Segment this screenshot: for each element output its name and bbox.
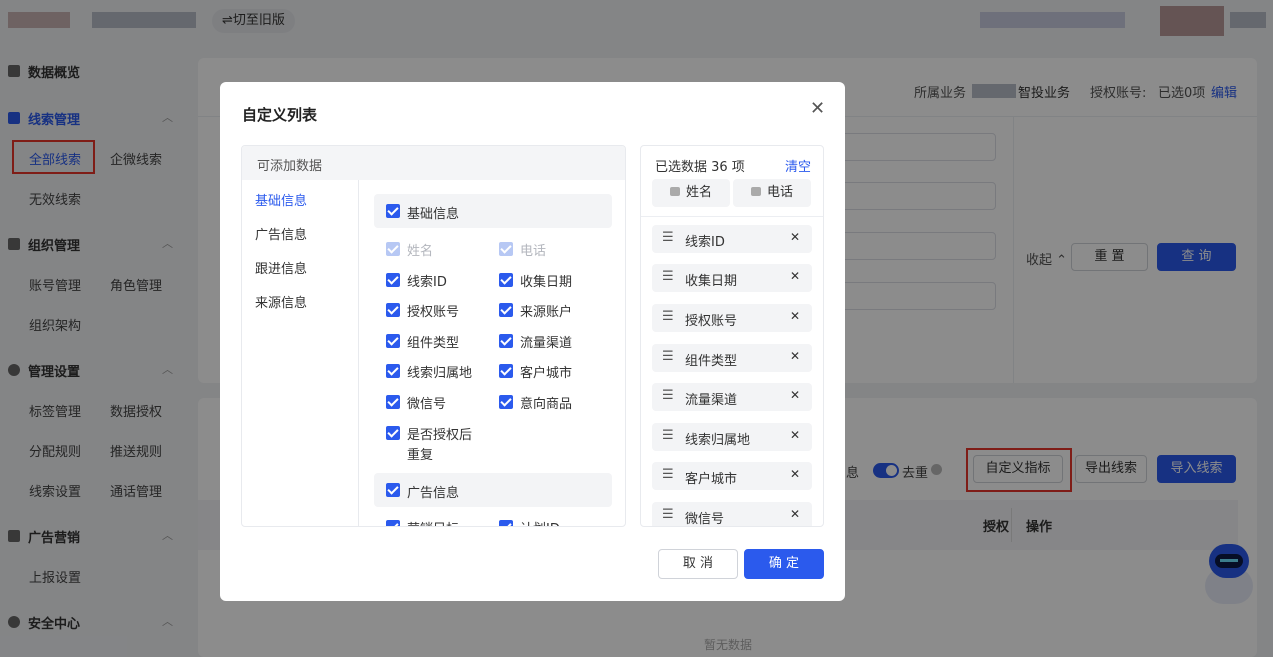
checkbox[interactable] xyxy=(499,520,513,526)
remove-icon[interactable]: ✕ xyxy=(790,507,800,521)
selected-data-pane: 已选数据 36 项 清空 姓名 电话 ☰ 线索ID ✕ ☰ 收集日期 ✕ ☰ 授权账号 ✕ … xyxy=(640,145,824,527)
selected-item-label: 流量渠道 xyxy=(685,393,738,408)
drag-handle-icon[interactable]: ☰ xyxy=(662,349,674,364)
selected-item-label: 组件类型 xyxy=(685,354,738,369)
checkbox[interactable] xyxy=(386,204,400,218)
field-is-auth-repeat-line2: 重复 xyxy=(407,448,434,463)
locked-label: 电话 xyxy=(766,185,793,200)
field-traffic-channel[interactable]: 流量渠道 xyxy=(520,332,572,351)
checkbox[interactable] xyxy=(499,273,513,287)
divider xyxy=(641,216,823,217)
field-customer-city[interactable]: 客户城市 xyxy=(520,362,572,381)
checkbox[interactable] xyxy=(499,334,513,348)
remove-icon[interactable]: ✕ xyxy=(790,349,800,363)
remove-icon[interactable]: ✕ xyxy=(790,309,800,323)
checkbox[interactable] xyxy=(499,364,513,378)
field-plan-id[interactable]: 计划ID xyxy=(520,518,560,526)
field-collect-date[interactable]: 收集日期 xyxy=(520,271,572,290)
selected-item[interactable]: ☰ 线索归属地 ✕ xyxy=(652,423,812,451)
category-basic[interactable]: 基础信息 xyxy=(255,190,307,209)
checkbox xyxy=(499,242,513,256)
selected-item-label: 线索归属地 xyxy=(685,433,751,448)
remove-icon[interactable]: ✕ xyxy=(790,388,800,402)
field-wechat[interactable]: 微信号 xyxy=(407,393,446,412)
drag-handle-icon[interactable]: ☰ xyxy=(662,388,674,403)
category-ad[interactable]: 广告信息 xyxy=(255,224,307,243)
drag-handle-icon[interactable]: ☰ xyxy=(662,467,674,482)
lock-icon xyxy=(750,187,761,196)
drag-handle-icon[interactable]: ☰ xyxy=(662,309,674,324)
checkbox[interactable] xyxy=(386,303,400,317)
clear-link[interactable]: 清空 xyxy=(785,156,811,175)
selected-item-label: 授权账号 xyxy=(685,314,738,329)
selected-item-label: 收集日期 xyxy=(685,274,738,289)
group-label: 基础信息 xyxy=(407,207,460,222)
field-is-auth-repeat[interactable]: 是否授权后 xyxy=(407,424,472,443)
selected-item[interactable]: ☰ 线索ID ✕ xyxy=(652,225,812,253)
field-clue-id[interactable]: 线索ID xyxy=(407,271,447,290)
checkbox[interactable] xyxy=(386,483,400,497)
checkbox[interactable] xyxy=(386,273,400,287)
group-ad-header[interactable]: 广告信息 xyxy=(374,473,612,507)
checkbox[interactable] xyxy=(499,395,513,409)
selected-item[interactable]: ☰ 组件类型 ✕ xyxy=(652,344,812,372)
selected-item-label: 微信号 xyxy=(685,512,725,527)
category-list: 基础信息 广告信息 跟进信息 来源信息 xyxy=(242,180,359,526)
field-clue-location[interactable]: 线索归属地 xyxy=(407,362,472,381)
selected-item-label: 线索ID xyxy=(685,235,725,250)
selected-item[interactable]: ☰ 授权账号 ✕ xyxy=(652,304,812,332)
remove-icon[interactable]: ✕ xyxy=(790,467,800,481)
lock-icon xyxy=(669,187,680,196)
remove-icon[interactable]: ✕ xyxy=(790,230,800,244)
selected-item[interactable]: ☰ 流量渠道 ✕ xyxy=(652,383,812,411)
selected-item[interactable]: ☰ 收集日期 ✕ xyxy=(652,264,812,292)
confirm-button[interactable]: 确 定 xyxy=(744,549,824,579)
locked-label: 姓名 xyxy=(685,185,712,200)
dialog-title: 自定义列表 xyxy=(242,106,318,124)
group-label: 广告信息 xyxy=(407,486,460,501)
locked-field-name: 姓名 xyxy=(652,179,730,207)
available-data-header: 可添加数据 xyxy=(242,146,625,180)
field-marketing-goal[interactable]: 营销目标 xyxy=(407,518,459,526)
selected-item[interactable]: ☰ 客户城市 ✕ xyxy=(652,462,812,490)
available-data-pane: 可添加数据 基础信息 广告信息 跟进信息 来源信息 基础信息 姓名 电话 线索I… xyxy=(241,145,626,527)
field-auth-account[interactable]: 授权账号 xyxy=(407,301,459,320)
drag-handle-icon[interactable]: ☰ xyxy=(662,507,674,522)
checkbox[interactable] xyxy=(386,520,400,526)
group-basic-header[interactable]: 基础信息 xyxy=(374,194,612,228)
field-intent-product[interactable]: 意向商品 xyxy=(520,393,572,412)
selected-item[interactable]: ☰ 微信号 ✕ xyxy=(652,502,812,527)
field-name: 姓名 xyxy=(407,244,434,259)
locked-field-phone: 电话 xyxy=(733,179,811,207)
checkbox[interactable] xyxy=(386,395,400,409)
close-icon[interactable]: ✕ xyxy=(810,98,825,119)
checkbox xyxy=(386,242,400,256)
checkbox[interactable] xyxy=(386,334,400,348)
available-data-title: 可添加数据 xyxy=(257,159,323,174)
drag-handle-icon[interactable]: ☰ xyxy=(662,230,674,245)
selected-item-label: 客户城市 xyxy=(685,472,738,487)
category-follow[interactable]: 跟进信息 xyxy=(255,258,307,277)
field-source-account[interactable]: 来源账户 xyxy=(520,301,572,320)
cancel-button[interactable]: 取 消 xyxy=(658,549,738,579)
custom-list-dialog: 自定义列表 ✕ 可添加数据 基础信息 广告信息 跟进信息 来源信息 基础信息 姓… xyxy=(220,82,845,601)
checkbox[interactable] xyxy=(386,426,400,440)
checkbox[interactable] xyxy=(499,303,513,317)
category-source[interactable]: 来源信息 xyxy=(255,292,307,311)
drag-handle-icon[interactable]: ☰ xyxy=(662,428,674,443)
field-phone: 电话 xyxy=(520,244,547,259)
remove-icon[interactable]: ✕ xyxy=(790,428,800,442)
remove-icon[interactable]: ✕ xyxy=(790,269,800,283)
selected-count: 已选数据 36 项 xyxy=(655,160,745,175)
checkbox[interactable] xyxy=(386,364,400,378)
drag-handle-icon[interactable]: ☰ xyxy=(662,269,674,284)
field-component-type[interactable]: 组件类型 xyxy=(407,332,459,351)
